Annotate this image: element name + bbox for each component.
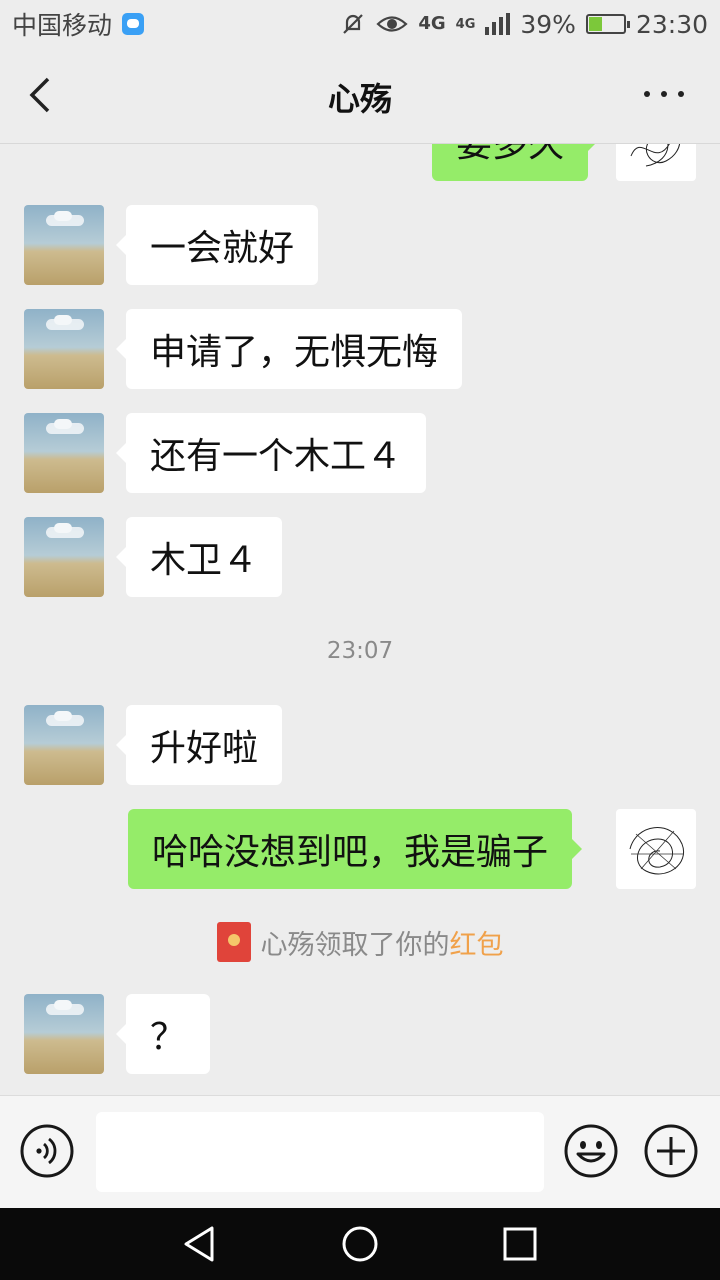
chat-messages[interactable]: 要多久 一会就好 申请了，无惧无悔 还有一个木工４ 木卫４ 23:07 升好啦 … bbox=[0, 144, 720, 1095]
message-app-icon bbox=[122, 13, 145, 35]
notice-text: 心殇领取了你的 bbox=[260, 929, 450, 961]
contact-avatar[interactable] bbox=[24, 205, 104, 285]
system-nav-bar bbox=[0, 1208, 720, 1280]
eye-icon bbox=[376, 16, 408, 32]
message-incoming[interactable]: 一会就好 bbox=[115, 205, 319, 285]
clock: 23:30 bbox=[635, 9, 708, 39]
contact-avatar[interactable] bbox=[24, 309, 104, 389]
my-avatar[interactable] bbox=[616, 809, 696, 889]
plus-icon[interactable] bbox=[644, 1124, 698, 1178]
signal-icon bbox=[485, 13, 511, 35]
status-bar: 中国移动 4G 4G 39% 23:30 bbox=[0, 0, 720, 48]
home-circle-icon[interactable] bbox=[340, 1224, 380, 1264]
contact-avatar[interactable] bbox=[24, 705, 104, 785]
message-incoming[interactable]: 还有一个木工４ bbox=[115, 413, 427, 493]
input-bar bbox=[0, 1095, 720, 1209]
message-incoming[interactable]: 申请了，无惧无悔 bbox=[115, 309, 463, 389]
contact-avatar[interactable] bbox=[24, 994, 104, 1074]
battery-charging-icon bbox=[585, 14, 630, 34]
mute-icon bbox=[343, 14, 364, 34]
page-title: 心殇 bbox=[327, 80, 392, 118]
message-input[interactable] bbox=[96, 1112, 544, 1192]
emoji-icon[interactable] bbox=[564, 1124, 618, 1178]
voice-icon[interactable] bbox=[20, 1124, 74, 1178]
back-triangle-icon[interactable] bbox=[180, 1224, 220, 1264]
red-envelope-link[interactable]: 红包 bbox=[450, 930, 504, 961]
message-incoming[interactable]: 升好啦 bbox=[115, 705, 283, 785]
message-incoming[interactable]: ？ bbox=[115, 994, 211, 1074]
battery-percent: 39% bbox=[520, 9, 576, 39]
more-dots-icon[interactable] bbox=[644, 86, 684, 102]
recents-square-icon[interactable] bbox=[500, 1224, 540, 1264]
network-type-label: 4G bbox=[418, 13, 446, 34]
contact-avatar[interactable] bbox=[24, 517, 104, 597]
my-avatar[interactable] bbox=[616, 144, 696, 181]
message-incoming[interactable]: 木卫４ bbox=[115, 517, 283, 597]
message-outgoing[interactable]: 哈哈没想到吧，我是骗子 bbox=[128, 809, 583, 889]
carrier-label: 中国移动 bbox=[12, 11, 113, 40]
chat-header: 心殇 bbox=[0, 48, 720, 144]
network-type-label-2: 4G bbox=[455, 16, 476, 32]
contact-avatar[interactable] bbox=[24, 413, 104, 493]
message-outgoing[interactable]: 要多久 bbox=[432, 144, 599, 181]
red-envelope-icon bbox=[216, 922, 251, 962]
red-envelope-notice: 心殇领取了你的红包 bbox=[0, 922, 720, 962]
time-separator: 23:07 bbox=[326, 638, 394, 664]
